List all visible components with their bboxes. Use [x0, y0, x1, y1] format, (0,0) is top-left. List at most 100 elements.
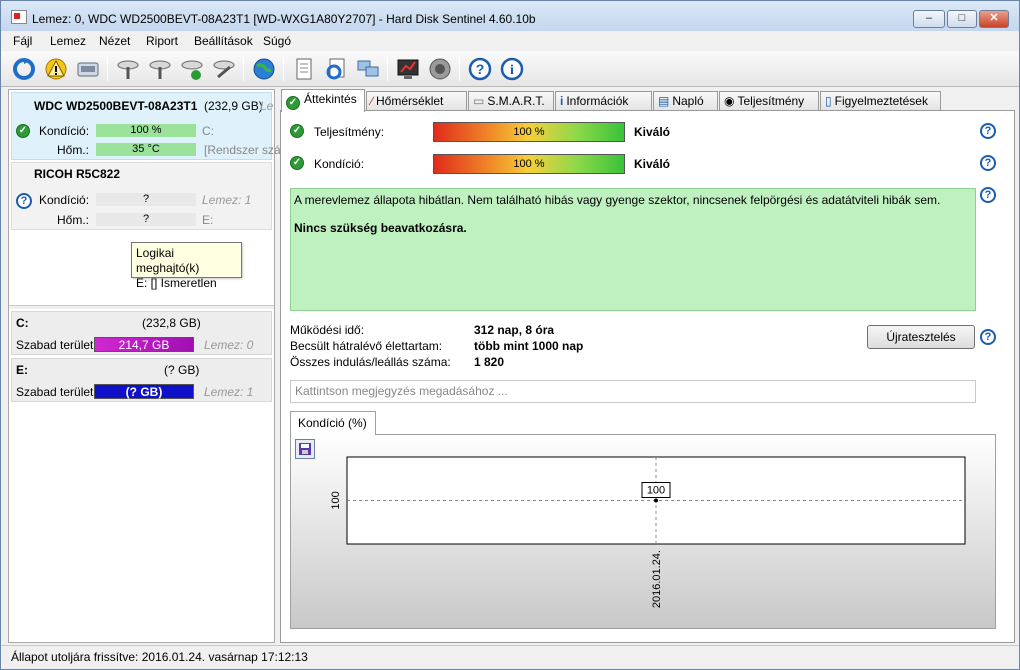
disk-tool-3-icon[interactable]	[179, 56, 205, 82]
partition-disk: Lemez: 1	[204, 385, 254, 399]
unknown-status-icon: ?	[16, 193, 32, 209]
retest-help-icon[interactable]: ?	[980, 329, 996, 345]
menu-file[interactable]: Fájl	[13, 34, 32, 48]
gauge-icon: ◉	[724, 94, 735, 108]
condition-bar: 100 %	[96, 124, 196, 137]
partition-size: (232,8 GB)	[142, 316, 201, 330]
disk-item-0[interactable]: WDC WD2500BEVT-08A23T1 (232,9 GB) Le ✓ K…	[11, 92, 281, 160]
status-bar: Állapot utoljára frissítve: 2016.01.24. …	[1, 645, 1019, 669]
tab-performance[interactable]: ◉ Teljesítmény	[719, 91, 819, 111]
tab-label: Információk	[566, 94, 629, 108]
performance-help-icon[interactable]: ?	[980, 123, 996, 139]
partition-letter: E:	[16, 363, 28, 377]
tab-smart[interactable]: ▭ S.M.A.R.T.	[468, 91, 554, 111]
chart-tab-condition[interactable]: Kondíció (%)	[290, 411, 376, 435]
maximize-button[interactable]: □	[947, 10, 977, 28]
status-text: Állapot utoljára frissítve: 2016.01.24. …	[11, 650, 308, 664]
data-point	[654, 498, 658, 503]
menu-bar: Fájl Lemez Nézet Riport Beállítások Súgó	[1, 31, 1019, 51]
minimize-button[interactable]: –	[913, 10, 945, 28]
close-button[interactable]: ✕	[979, 10, 1009, 28]
report-icon[interactable]	[291, 56, 317, 82]
condition-rating: Kiváló	[634, 157, 671, 171]
disk-icon[interactable]	[75, 56, 101, 82]
info-icon[interactable]: i	[499, 56, 525, 82]
benchmark-icon[interactable]	[395, 56, 421, 82]
free-space-bar: (? GB)	[94, 384, 194, 399]
disk-extra: Le	[260, 99, 274, 113]
warning-icon[interactable]	[43, 56, 69, 82]
disk-tool-4-icon[interactable]	[211, 56, 237, 82]
tab-bar: ✓ Áttekintés ⁄ Hőmérséklet ▭ S.M.A.R.T. i In…	[280, 89, 1017, 112]
help-icon[interactable]: ?	[467, 56, 493, 82]
y-tick-label: 100	[330, 491, 342, 509]
disk-name: RICOH R5C822	[34, 167, 121, 181]
message-help-icon[interactable]: ?	[980, 187, 996, 203]
refresh-icon[interactable]	[11, 56, 37, 82]
condition-chart: 100 100 2016.01.24.	[290, 434, 996, 629]
status-message-box: A merevlemez állapota hibátlan. Nem talá…	[290, 188, 976, 311]
tab-information[interactable]: i Információk	[555, 91, 652, 111]
partition-letter: C:	[16, 316, 29, 330]
condition-help-icon[interactable]: ?	[980, 155, 996, 171]
info-small-icon: i	[560, 94, 564, 108]
sync-icon[interactable]	[323, 56, 349, 82]
partition-c[interactable]: C: (232,8 GB) Szabad terület 214,7 GB Le…	[11, 311, 272, 355]
disk-list-pane: WDC WD2500BEVT-08A23T1 (232,9 GB) Le ✓ K…	[8, 89, 281, 643]
disk-tool-1-icon[interactable]	[115, 56, 141, 82]
alert-doc-icon: ▯	[825, 94, 832, 108]
temp-bar: 35 °C	[96, 143, 196, 156]
drive-letter: C:	[202, 124, 214, 138]
note-input[interactable]: Kattintson megjegyzés megadásához ...	[290, 380, 976, 403]
menu-view[interactable]: Nézet	[99, 34, 130, 48]
data-label: 100	[647, 485, 665, 497]
pane-divider[interactable]	[9, 305, 274, 309]
tab-label: S.M.A.R.T.	[487, 94, 545, 108]
ok-status-icon: ✓	[16, 124, 30, 138]
performance-label: Teljesítmény:	[314, 125, 385, 139]
free-space-label: Szabad terület	[16, 338, 94, 352]
window-title: Lemez: 0, WDC WD2500BEVT-08A23T1 [WD-WXG…	[32, 12, 536, 26]
uptime-label: Működési idő:	[290, 323, 365, 337]
network-icon[interactable]	[355, 56, 381, 82]
disk-tool-2-icon[interactable]	[147, 56, 173, 82]
tooltip: Logikai meghajtó(k) E: [] Ismeretlen	[131, 242, 242, 290]
temp-note: [Rendszer szá	[204, 143, 281, 157]
thermometer-icon: ⁄	[371, 94, 374, 108]
title-bar[interactable]: Lemez: 0, WDC WD2500BEVT-08A23T1 [WD-WXG…	[1, 1, 1019, 31]
toolbar: ? i	[1, 51, 1019, 87]
app-icon	[11, 10, 27, 24]
disk-item-1[interactable]: RICOH R5C822 ? Kondíció: ? Lemez: 1 Hőm.…	[11, 162, 272, 230]
tab-label: Teljesítmény	[737, 94, 805, 108]
lifetime-label: Becsült hátralévő élettartam:	[290, 339, 443, 353]
log-icon: ▤	[658, 94, 670, 108]
disk-name: WDC WD2500BEVT-08A23T1	[34, 99, 198, 113]
status-message: A merevlemez állapota hibátlan. Nem talá…	[294, 193, 941, 207]
app-window: Lemez: 0, WDC WD2500BEVT-08A23T1 [WD-WXG…	[0, 0, 1020, 670]
main-area: WDC WD2500BEVT-08A23T1 (232,9 GB) Le ✓ K…	[1, 87, 1019, 645]
tooltip-line1: Logikai meghajtó(k)	[136, 246, 200, 275]
temp-label: Hőm.:	[57, 213, 90, 227]
condition-bar: 100 %	[433, 154, 625, 174]
tab-log[interactable]: ▤ Napló	[653, 91, 718, 111]
condition-ok-icon: ✓	[290, 156, 304, 170]
menu-settings[interactable]: Beállítások	[194, 34, 253, 48]
uptime-value: 312 nap, 8 óra	[474, 323, 555, 337]
speaker-icon[interactable]	[427, 56, 453, 82]
condition-bar: ?	[96, 193, 196, 206]
menu-help[interactable]: Súgó	[263, 34, 291, 48]
temp-bar: ?	[96, 213, 196, 226]
globe-icon[interactable]	[251, 56, 277, 82]
partition-size: (? GB)	[164, 363, 200, 377]
menu-disk[interactable]: Lemez	[50, 34, 86, 48]
menu-report[interactable]: Riport	[146, 34, 178, 48]
free-space-label: Szabad terület	[16, 385, 94, 399]
tab-alerts[interactable]: ▯ Figyelmeztetések	[820, 91, 941, 111]
tooltip-line2: E: [] Ismeretlen	[136, 276, 217, 290]
retest-button[interactable]: Újratesztelés	[867, 325, 975, 349]
tab-temperature[interactable]: ⁄ Hőmérséklet	[366, 91, 467, 111]
tab-overview[interactable]: ✓ Áttekintés	[281, 89, 365, 112]
disk-note: Lemez: 1	[202, 193, 252, 207]
tab-label: Figyelmeztetések	[834, 94, 928, 108]
partition-e[interactable]: E: (? GB) Szabad terület (? GB) Lemez: 1	[11, 358, 272, 402]
